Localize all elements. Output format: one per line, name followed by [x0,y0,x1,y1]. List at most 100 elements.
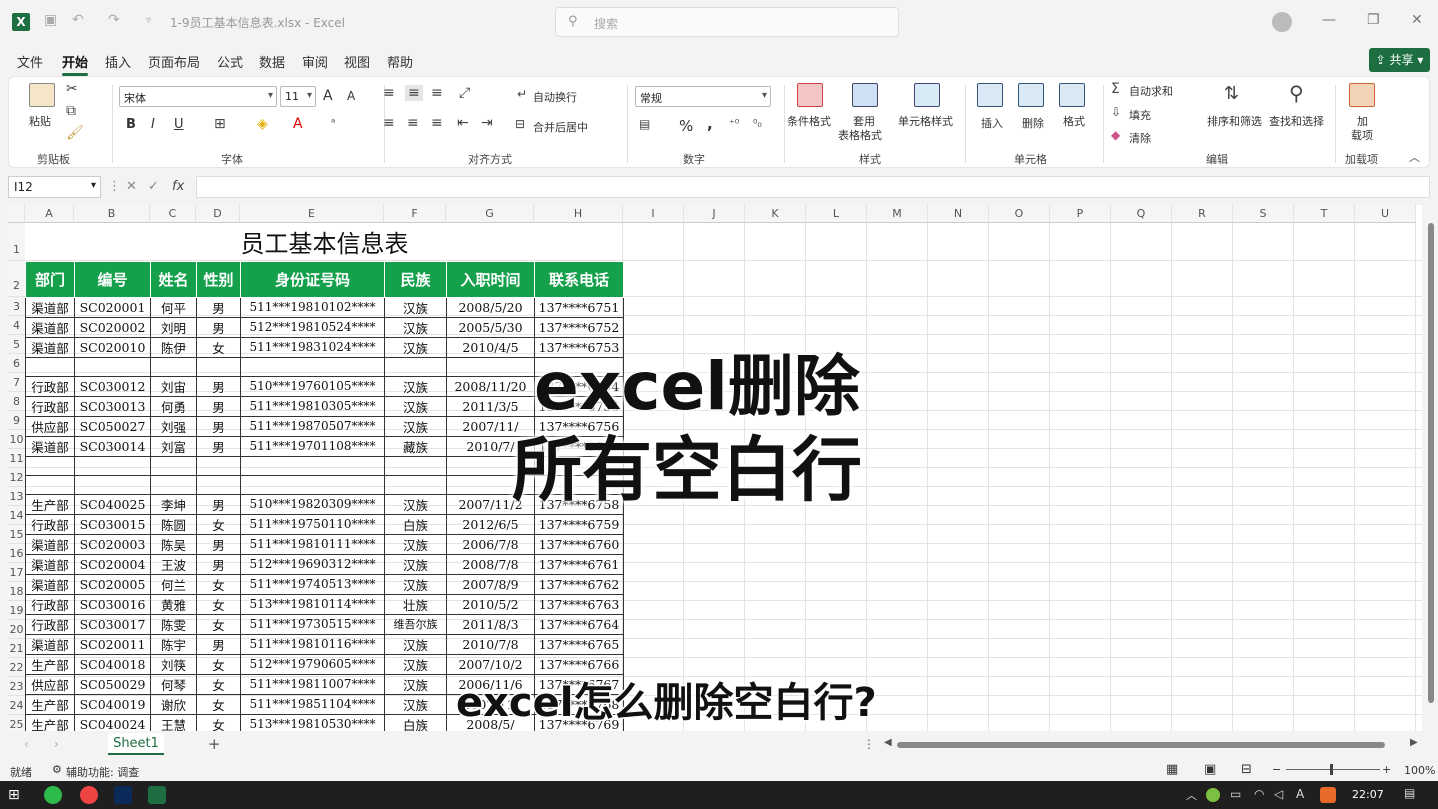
clear-button[interactable]: 清除 [1129,130,1151,146]
table-cell[interactable]: SC020005 [74,573,151,595]
menu-formulas[interactable]: 公式 [217,52,243,71]
table-cell[interactable]: 陈伊 [150,336,197,358]
table-cell[interactable]: 维吾尔族 [384,613,447,635]
column-header[interactable]: A [25,205,74,223]
sheet-tab-sheet1[interactable]: Sheet1 [108,733,164,755]
table-cell[interactable]: 何琴 [150,673,197,695]
cell-style-button[interactable]: 单元格样式 [898,113,953,129]
menu-view[interactable]: 视图 [344,52,370,71]
menu-data[interactable]: 数据 [259,52,285,71]
align-left-icon[interactable]: ≡ [383,115,395,131]
column-header[interactable]: E [240,205,384,223]
table-cell[interactable]: 生产部 [25,693,75,715]
table-cell[interactable]: 男 [196,415,241,437]
table-cell[interactable]: 男 [196,375,241,397]
table-cell[interactable]: 汉族 [384,336,447,358]
menu-home[interactable]: 开始 [62,52,89,76]
table-cell[interactable]: SC030012 [74,375,151,397]
align-right-icon[interactable]: ≡ [431,115,443,131]
table-cell[interactable] [150,356,197,377]
chrome-icon[interactable] [80,786,98,804]
row-header[interactable]: 18 [8,582,25,601]
table-cell[interactable]: 137****6765 [534,633,624,655]
table-cell[interactable]: 2008/7/8 [446,553,535,575]
table-cell[interactable]: 汉族 [384,415,447,437]
table-cell[interactable]: 137****6759 [534,513,624,535]
column-header[interactable]: D [196,205,240,223]
table-cell[interactable] [240,455,385,476]
tab-split-icon[interactable]: ⋮ [863,737,875,751]
table-cell[interactable]: 女 [196,673,241,695]
search-box[interactable]: ⚲ 搜索 [555,7,899,37]
table-cell[interactable]: 王波 [150,553,197,575]
accounting-format-icon[interactable]: ▤ [639,117,650,131]
photoshop-icon[interactable] [114,786,132,804]
table-cell[interactable] [74,356,151,377]
table-cell[interactable]: 女 [196,513,241,535]
table-cell[interactable]: 黄雅 [150,593,197,615]
row-header[interactable]: 2 [8,261,25,297]
row-header[interactable]: 5 [8,335,25,354]
row-header[interactable]: 17 [8,563,25,582]
align-center-icon[interactable]: ≡ [407,115,419,131]
table-cell[interactable]: 何平 [150,296,197,318]
table-cell[interactable]: 刘富 [150,435,197,457]
maximize-icon[interactable]: ❐ [1367,12,1380,28]
table-cell[interactable]: 渠道部 [25,553,75,575]
header-cell[interactable]: 入职时间 [446,260,535,298]
table-cell[interactable]: 汉族 [384,375,447,397]
column-header[interactable]: G [446,205,534,223]
zoom-level[interactable]: 100% [1404,764,1435,777]
column-header[interactable]: S [1233,205,1294,223]
table-cell[interactable]: SC020003 [74,533,151,555]
table-cell[interactable]: 陈雯 [150,613,197,635]
find-select-button[interactable]: 查找和选择 [1269,113,1324,129]
accessibility-status[interactable]: 辅助功能: 调查 [66,764,139,780]
table-cell[interactable]: 供应部 [25,673,75,695]
table-cell[interactable]: 513***19810114**** [240,593,385,615]
comma-style-button[interactable]: , [707,115,713,133]
table-cell[interactable]: 男 [196,533,241,555]
table-cell[interactable]: 2011/3/5 [446,395,535,417]
table-cell[interactable]: SC020011 [74,633,151,655]
table-cell[interactable]: SC030013 [74,395,151,417]
table-cell[interactable]: 刘筷 [150,653,197,675]
table-cell[interactable]: SC030016 [74,593,151,615]
row-header[interactable]: 14 [8,506,25,525]
table-cell[interactable]: 511***19810102**** [240,296,385,318]
table-cell[interactable]: 511***19870507**** [240,415,385,437]
table-cell[interactable]: SC030015 [74,513,151,535]
table-cell[interactable]: 511***19810305**** [240,395,385,417]
table-cell[interactable]: 男 [196,296,241,318]
sort-filter-button[interactable]: 排序和筛选 [1207,113,1262,129]
percent-style-button[interactable]: % [679,117,693,135]
header-cell[interactable]: 身份证号码 [240,260,385,298]
table-cell[interactable]: 510***19820309**** [240,493,385,515]
column-header[interactable]: N [928,205,989,223]
column-header[interactable]: C [150,205,196,223]
table-cell[interactable]: 2005/5/30 [446,316,535,338]
table-cell[interactable]: 女 [196,713,241,731]
table-cell[interactable]: 行政部 [25,593,75,615]
windows-start-icon[interactable]: ⊞ [8,786,26,804]
table-cell[interactable] [196,474,241,495]
table-cell[interactable] [446,356,535,377]
table-cell[interactable]: 汉族 [384,533,447,555]
table-cell[interactable] [240,474,385,495]
table-cell[interactable]: 511***19811007**** [240,673,385,695]
table-cell[interactable]: 渠道部 [25,633,75,655]
table-cell[interactable]: 2010/5/2 [446,593,535,615]
table-cell[interactable]: 生产部 [25,493,75,515]
align-bottom-icon[interactable]: ≡ [431,85,443,101]
menu-insert[interactable]: 插入 [105,52,131,71]
vertical-scroll-thumb[interactable] [1428,223,1434,703]
table-cell[interactable]: SC040018 [74,653,151,675]
row-header[interactable]: 19 [8,601,25,620]
table-cell[interactable] [384,356,447,377]
table-cell[interactable]: 2008/5/20 [446,296,535,318]
table-cell[interactable]: 2007/8/9 [446,573,535,595]
table-cell[interactable]: 行政部 [25,613,75,635]
tray-app-icon[interactable] [1206,788,1220,802]
table-cell[interactable]: 512***19810524**** [240,316,385,338]
table-cell[interactable]: 男 [196,553,241,575]
